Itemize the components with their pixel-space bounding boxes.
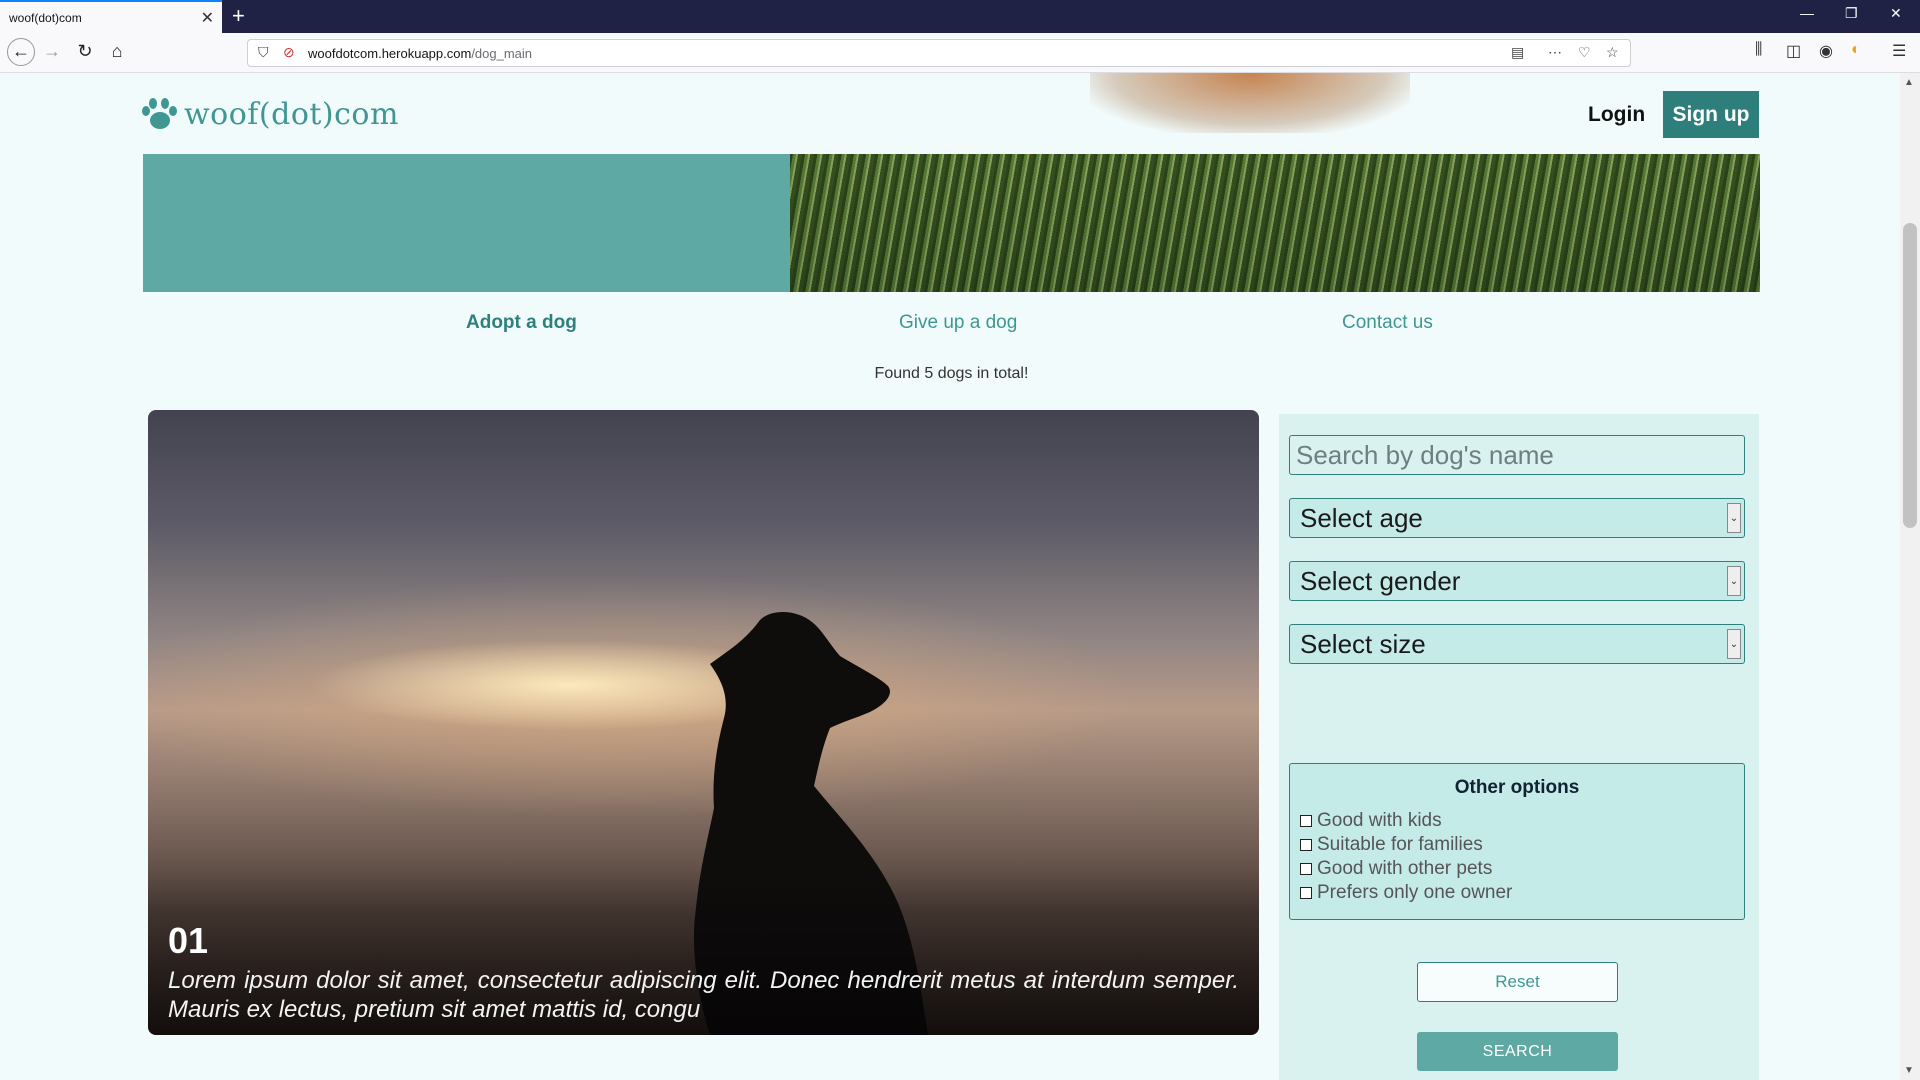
logo-text: woof(dot)com <box>184 97 399 132</box>
dog-card[interactable]: 01 Lorem ipsum dolor sit amet, consectet… <box>148 410 1259 1035</box>
page-scrollbar[interactable]: ▲ ▼ <box>1900 73 1920 1080</box>
reload-icon[interactable]: ↻ <box>73 41 97 62</box>
sidebar-icon[interactable]: ◫ <box>1786 41 1801 61</box>
option-good-with-kids[interactable]: Good with kids <box>1300 809 1744 833</box>
menu-icon[interactable]: ☰ <box>1892 41 1906 61</box>
more-actions-icon[interactable]: ⋯ <box>1548 44 1562 61</box>
card-description: Lorem ipsum dolor sit amet, consectetur … <box>168 967 1239 1023</box>
banner-grass-image <box>790 154 1760 292</box>
chevron-down-icon[interactable]: ⌄ <box>1727 566 1741 596</box>
checkbox[interactable] <box>1300 863 1312 875</box>
account-icon[interactable]: ◉ <box>1819 41 1833 61</box>
gender-select[interactable]: Select gender ⌄ <box>1289 561 1745 601</box>
nav-adopt-link[interactable]: Adopt a dog <box>466 312 577 334</box>
option-suitable-for-families[interactable]: Suitable for families <box>1300 833 1744 857</box>
browser-tab[interactable]: woof(dot)com ✕ <box>0 0 222 33</box>
shield-icon[interactable]: ⛉ <box>258 44 269 61</box>
gender-select-value: Select gender <box>1300 565 1461 596</box>
restore-icon[interactable]: ❐ <box>1845 5 1858 22</box>
browser-toolbar: ← → ↻ ⌂ ⛉ ⊘ woofdotcom.herokuapp.com/dog… <box>0 33 1920 73</box>
tab-title: woof(dot)com <box>9 11 82 25</box>
nav-give-up-link[interactable]: Give up a dog <box>899 312 1017 334</box>
reader-view-icon[interactable]: ▤ <box>1511 44 1524 61</box>
search-button[interactable]: SEARCH <box>1417 1032 1618 1071</box>
results-count: Found 5 dogs in total! <box>874 365 1029 382</box>
scroll-down-icon[interactable]: ▼ <box>1904 1065 1914 1076</box>
other-options-title: Other options <box>1454 777 1580 798</box>
hero-banner <box>143 154 1760 292</box>
browser-tab-bar: woof(dot)com ✕ + — ❐ ✕ <box>0 0 1920 33</box>
extension-icon[interactable]: ◐ <box>1851 41 1861 59</box>
insecure-lock-icon[interactable]: ⊘ <box>283 44 295 61</box>
size-select-value: Select size <box>1300 628 1426 659</box>
home-icon[interactable]: ⌂ <box>105 41 129 62</box>
site-logo[interactable]: woof(dot)com <box>142 97 399 132</box>
chevron-down-icon[interactable]: ⌄ <box>1727 503 1741 533</box>
checkbox[interactable] <box>1300 815 1312 827</box>
checkbox[interactable] <box>1300 887 1312 899</box>
back-icon[interactable]: ← <box>7 38 35 66</box>
option-good-with-other-pets[interactable]: Good with other pets <box>1300 857 1744 881</box>
reset-button[interactable]: Reset <box>1417 962 1618 1002</box>
minimize-icon[interactable]: — <box>1800 5 1814 21</box>
url-text[interactable]: woofdotcom.herokuapp.com/dog_main <box>308 46 532 61</box>
signup-button[interactable]: Sign up <box>1663 91 1759 138</box>
age-select[interactable]: Select age ⌄ <box>1289 498 1745 538</box>
scroll-thumb[interactable] <box>1903 223 1917 528</box>
url-bar[interactable]: ⛉ ⊘ woofdotcom.herokuapp.com/dog_main ▤ … <box>247 39 1631 67</box>
page: woof(dot)com Login Sign up Adopt a dog G… <box>0 73 1900 1080</box>
card-number: 01 <box>168 920 209 961</box>
close-tab-icon[interactable]: ✕ <box>201 8 214 28</box>
pocket-icon[interactable]: ♡ <box>1578 44 1591 61</box>
close-window-icon[interactable]: ✕ <box>1890 5 1902 22</box>
dog-name-search-input[interactable]: Search by dog's name <box>1289 435 1745 475</box>
new-tab-icon[interactable]: + <box>232 3 245 29</box>
banner-dog-fur <box>1090 73 1410 133</box>
forward-icon[interactable]: → <box>40 41 64 62</box>
chevron-down-icon[interactable]: ⌄ <box>1727 629 1741 659</box>
bookmark-star-icon[interactable]: ☆ <box>1606 44 1619 61</box>
option-one-owner[interactable]: Prefers only one owner <box>1300 881 1744 905</box>
paw-icon <box>142 97 178 132</box>
size-select[interactable]: Select size ⌄ <box>1289 624 1745 664</box>
scroll-up-icon[interactable]: ▲ <box>1904 77 1914 88</box>
login-link[interactable]: Login <box>1588 103 1645 127</box>
filter-sidebar: Search by dog's name Select age ⌄ Select… <box>1279 414 1759 1080</box>
nav-contact-link[interactable]: Contact us <box>1342 312 1433 334</box>
checkbox[interactable] <box>1300 839 1312 851</box>
other-options-panel: Other options Good with kids Suitable fo… <box>1289 763 1745 920</box>
age-select-value: Select age <box>1300 502 1423 533</box>
banner-teal-panel <box>143 154 790 292</box>
library-icon[interactable]: ⫼ <box>1755 41 1762 59</box>
